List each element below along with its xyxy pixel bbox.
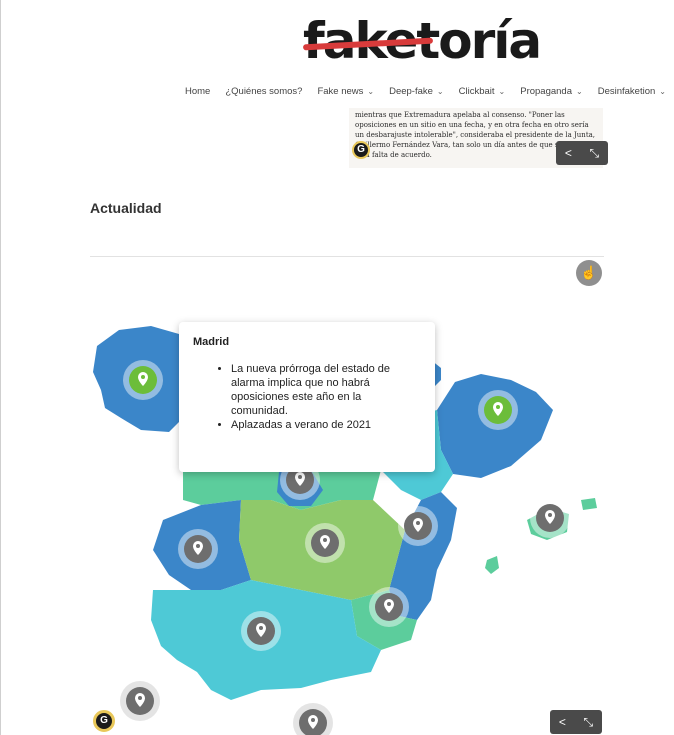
region-islet[interactable] [485,556,499,574]
page-frame: faketoría Home ¿Quiénes somos? Fake news… [0,0,674,735]
expand-icon[interactable]: ⤡ [584,710,594,734]
map-pin-murcia[interactable] [369,587,409,627]
map-pin-balearic[interactable] [530,498,570,538]
tooltip-item: La nueva prórroga del estado de alarma i… [231,362,421,418]
region-balearic-small[interactable] [581,498,597,510]
map-pin-canary-1[interactable] [120,681,160,721]
share-icon[interactable]: < [559,710,566,734]
map-controls: < ⤡ [550,710,602,734]
map-pin-catalonia[interactable] [478,390,518,430]
map-pin-extremadura[interactable] [178,529,218,569]
tooltip-item: Aplazadas a verano de 2021 [231,418,421,432]
map-pin-castilla-la-mancha[interactable] [305,523,345,563]
map-pin-canary-2[interactable] [293,703,333,735]
map-pin-galicia[interactable] [123,360,163,400]
map-pin-andalusia[interactable] [241,611,281,651]
tooltip-title: Madrid [193,336,230,348]
source-badge-icon: G [93,710,115,732]
region-tooltip: Madrid La nueva prórroga del estado de a… [179,322,435,472]
tooltip-list: La nueva prórroga del estado de alarma i… [231,362,421,432]
map-pin-valencia[interactable] [398,506,438,546]
